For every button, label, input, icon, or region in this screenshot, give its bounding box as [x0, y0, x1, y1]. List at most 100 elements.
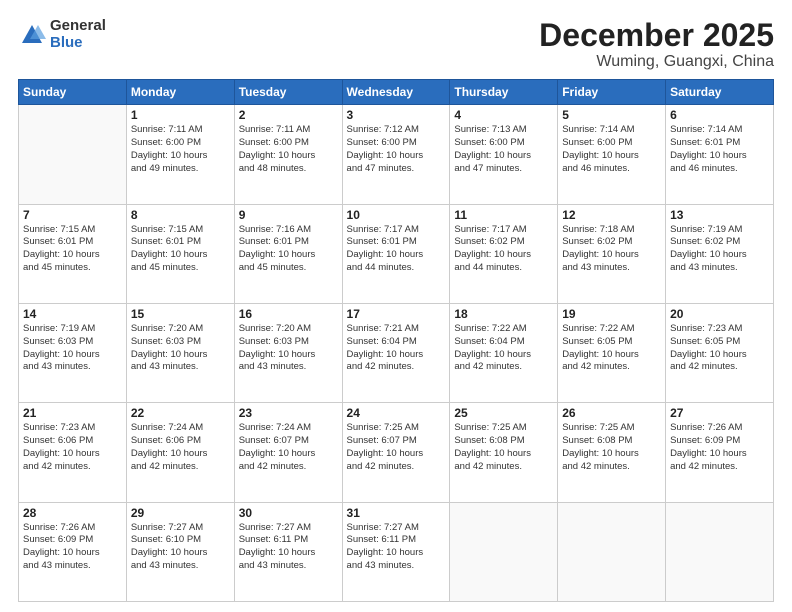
calendar-cell: 24 Sunrise: 7:25 AM Sunset: 6:07 PM Dayli… — [342, 403, 450, 502]
day-number: 6 — [670, 108, 769, 122]
day-info: Sunrise: 7:14 AM Sunset: 6:01 PM Dayligh… — [670, 124, 769, 175]
day-info: Sunrise: 7:13 AM Sunset: 6:00 PM Dayligh… — [454, 124, 553, 175]
day-info: Sunrise: 7:22 AM Sunset: 6:05 PM Dayligh… — [562, 323, 661, 374]
day-number: 19 — [562, 307, 661, 321]
calendar-header-row: SundayMondayTuesdayWednesdayThursdayFrid… — [19, 80, 774, 105]
day-info: Sunrise: 7:11 AM Sunset: 6:00 PM Dayligh… — [131, 124, 230, 175]
month-title: December 2025 — [539, 18, 774, 53]
calendar-cell: 3Sunrise: 7:12 AM Sunset: 6:00 PM Daylig… — [342, 105, 450, 204]
day-info: Sunrise: 7:12 AM Sunset: 6:00 PM Dayligh… — [347, 124, 446, 175]
day-number: 22 — [131, 406, 230, 420]
calendar-cell — [558, 502, 666, 601]
calendar-week-row: 21 Sunrise: 7:23 AM Sunset: 6:06 PM Dayli… — [19, 403, 774, 502]
calendar-cell: 13 Sunrise: 7:19 AM Sunset: 6:02 PM Dayli… — [666, 204, 774, 303]
location-title: Wuming, Guangxi, China — [539, 53, 774, 71]
day-number: 2 — [239, 108, 338, 122]
calendar-cell — [19, 105, 127, 204]
calendar-cell: 1Sunrise: 7:11 AM Sunset: 6:00 PM Daylig… — [126, 105, 234, 204]
day-number: 21 — [23, 406, 122, 420]
day-info: Sunrise: 7:23 AM Sunset: 6:06 PM Dayligh… — [23, 422, 122, 473]
header: General Blue December 2025 Wuming, Guang… — [18, 18, 774, 71]
day-info: Sunrise: 7:20 AM Sunset: 6:03 PM Dayligh… — [239, 323, 338, 374]
day-info: Sunrise: 7:24 AM Sunset: 6:06 PM Dayligh… — [131, 422, 230, 473]
calendar-cell: 18 Sunrise: 7:22 AM Sunset: 6:04 PM Dayli… — [450, 303, 558, 402]
day-info: Sunrise: 7:22 AM Sunset: 6:04 PM Dayligh… — [454, 323, 553, 374]
calendar-cell: 25 Sunrise: 7:25 AM Sunset: 6:08 PM Dayli… — [450, 403, 558, 502]
calendar-cell: 23Sunrise: 7:24 AM Sunset: 6:07 PM Dayli… — [234, 403, 342, 502]
day-number: 24 — [347, 406, 446, 420]
calendar-week-row: 1Sunrise: 7:11 AM Sunset: 6:00 PM Daylig… — [19, 105, 774, 204]
logo-icon — [18, 21, 46, 49]
day-info: Sunrise: 7:20 AM Sunset: 6:03 PM Dayligh… — [131, 323, 230, 374]
calendar-cell: 31Sunrise: 7:27 AM Sunset: 6:11 PM Dayli… — [342, 502, 450, 601]
col-header-wednesday: Wednesday — [342, 80, 450, 105]
day-number: 15 — [131, 307, 230, 321]
day-info: Sunrise: 7:14 AM Sunset: 6:00 PM Dayligh… — [562, 124, 661, 175]
calendar-cell: 2Sunrise: 7:11 AM Sunset: 6:00 PM Daylig… — [234, 105, 342, 204]
col-header-sunday: Sunday — [19, 80, 127, 105]
calendar-cell: 14 Sunrise: 7:19 AM Sunset: 6:03 PM Dayli… — [19, 303, 127, 402]
col-header-friday: Friday — [558, 80, 666, 105]
day-number: 14 — [23, 307, 122, 321]
day-number: 12 — [562, 208, 661, 222]
calendar-cell: 26 Sunrise: 7:25 AM Sunset: 6:08 PM Dayli… — [558, 403, 666, 502]
calendar-page: General Blue December 2025 Wuming, Guang… — [0, 0, 792, 612]
logo-blue-label: Blue — [50, 35, 106, 52]
day-number: 26 — [562, 406, 661, 420]
day-number: 4 — [454, 108, 553, 122]
day-info: Sunrise: 7:18 AM Sunset: 6:02 PM Dayligh… — [562, 224, 661, 275]
day-info: Sunrise: 7:25 AM Sunset: 6:08 PM Dayligh… — [454, 422, 553, 473]
col-header-saturday: Saturday — [666, 80, 774, 105]
day-info: Sunrise: 7:25 AM Sunset: 6:08 PM Dayligh… — [562, 422, 661, 473]
day-info: Sunrise: 7:21 AM Sunset: 6:04 PM Dayligh… — [347, 323, 446, 374]
day-number: 8 — [131, 208, 230, 222]
calendar-cell: 4 Sunrise: 7:13 AM Sunset: 6:00 PM Daylig… — [450, 105, 558, 204]
day-info: Sunrise: 7:26 AM Sunset: 6:09 PM Dayligh… — [670, 422, 769, 473]
calendar-cell: 15 Sunrise: 7:20 AM Sunset: 6:03 PM Dayli… — [126, 303, 234, 402]
calendar-table: SundayMondayTuesdayWednesdayThursdayFrid… — [18, 79, 774, 602]
day-info: Sunrise: 7:27 AM Sunset: 6:10 PM Dayligh… — [131, 522, 230, 573]
col-header-thursday: Thursday — [450, 80, 558, 105]
day-number: 13 — [670, 208, 769, 222]
day-number: 9 — [239, 208, 338, 222]
calendar-cell: 12 Sunrise: 7:18 AM Sunset: 6:02 PM Dayli… — [558, 204, 666, 303]
calendar-cell: 21 Sunrise: 7:23 AM Sunset: 6:06 PM Dayli… — [19, 403, 127, 502]
day-info: Sunrise: 7:17 AM Sunset: 6:01 PM Dayligh… — [347, 224, 446, 275]
logo: General Blue — [18, 18, 106, 51]
calendar-cell: 29 Sunrise: 7:27 AM Sunset: 6:10 PM Dayli… — [126, 502, 234, 601]
day-info: Sunrise: 7:16 AM Sunset: 6:01 PM Dayligh… — [239, 224, 338, 275]
day-number: 5 — [562, 108, 661, 122]
day-number: 18 — [454, 307, 553, 321]
day-number: 11 — [454, 208, 553, 222]
day-info: Sunrise: 7:23 AM Sunset: 6:05 PM Dayligh… — [670, 323, 769, 374]
calendar-cell — [666, 502, 774, 601]
calendar-cell: 16 Sunrise: 7:20 AM Sunset: 6:03 PM Dayli… — [234, 303, 342, 402]
day-info: Sunrise: 7:27 AM Sunset: 6:11 PM Dayligh… — [239, 522, 338, 573]
day-info: Sunrise: 7:19 AM Sunset: 6:03 PM Dayligh… — [23, 323, 122, 374]
day-info: Sunrise: 7:25 AM Sunset: 6:07 PM Dayligh… — [347, 422, 446, 473]
logo-text: General Blue — [50, 18, 106, 51]
col-header-tuesday: Tuesday — [234, 80, 342, 105]
day-number: 16 — [239, 307, 338, 321]
day-number: 10 — [347, 208, 446, 222]
calendar-cell: 5 Sunrise: 7:14 AM Sunset: 6:00 PM Daylig… — [558, 105, 666, 204]
calendar-cell: 30Sunrise: 7:27 AM Sunset: 6:11 PM Dayli… — [234, 502, 342, 601]
calendar-cell — [450, 502, 558, 601]
day-number: 31 — [347, 506, 446, 520]
day-number: 7 — [23, 208, 122, 222]
calendar-cell: 10 Sunrise: 7:17 AM Sunset: 6:01 PM Dayli… — [342, 204, 450, 303]
day-number: 20 — [670, 307, 769, 321]
day-info: Sunrise: 7:19 AM Sunset: 6:02 PM Dayligh… — [670, 224, 769, 275]
calendar-cell: 6 Sunrise: 7:14 AM Sunset: 6:01 PM Daylig… — [666, 105, 774, 204]
calendar-cell: 19 Sunrise: 7:22 AM Sunset: 6:05 PM Dayli… — [558, 303, 666, 402]
day-number: 25 — [454, 406, 553, 420]
day-number: 29 — [131, 506, 230, 520]
day-info: Sunrise: 7:15 AM Sunset: 6:01 PM Dayligh… — [23, 224, 122, 275]
day-info: Sunrise: 7:15 AM Sunset: 6:01 PM Dayligh… — [131, 224, 230, 275]
calendar-week-row: 7 Sunrise: 7:15 AM Sunset: 6:01 PM Daylig… — [19, 204, 774, 303]
calendar-cell: 11Sunrise: 7:17 AM Sunset: 6:02 PM Dayli… — [450, 204, 558, 303]
day-number: 27 — [670, 406, 769, 420]
calendar-cell: 7 Sunrise: 7:15 AM Sunset: 6:01 PM Daylig… — [19, 204, 127, 303]
calendar-cell: 17 Sunrise: 7:21 AM Sunset: 6:04 PM Dayli… — [342, 303, 450, 402]
day-number: 17 — [347, 307, 446, 321]
